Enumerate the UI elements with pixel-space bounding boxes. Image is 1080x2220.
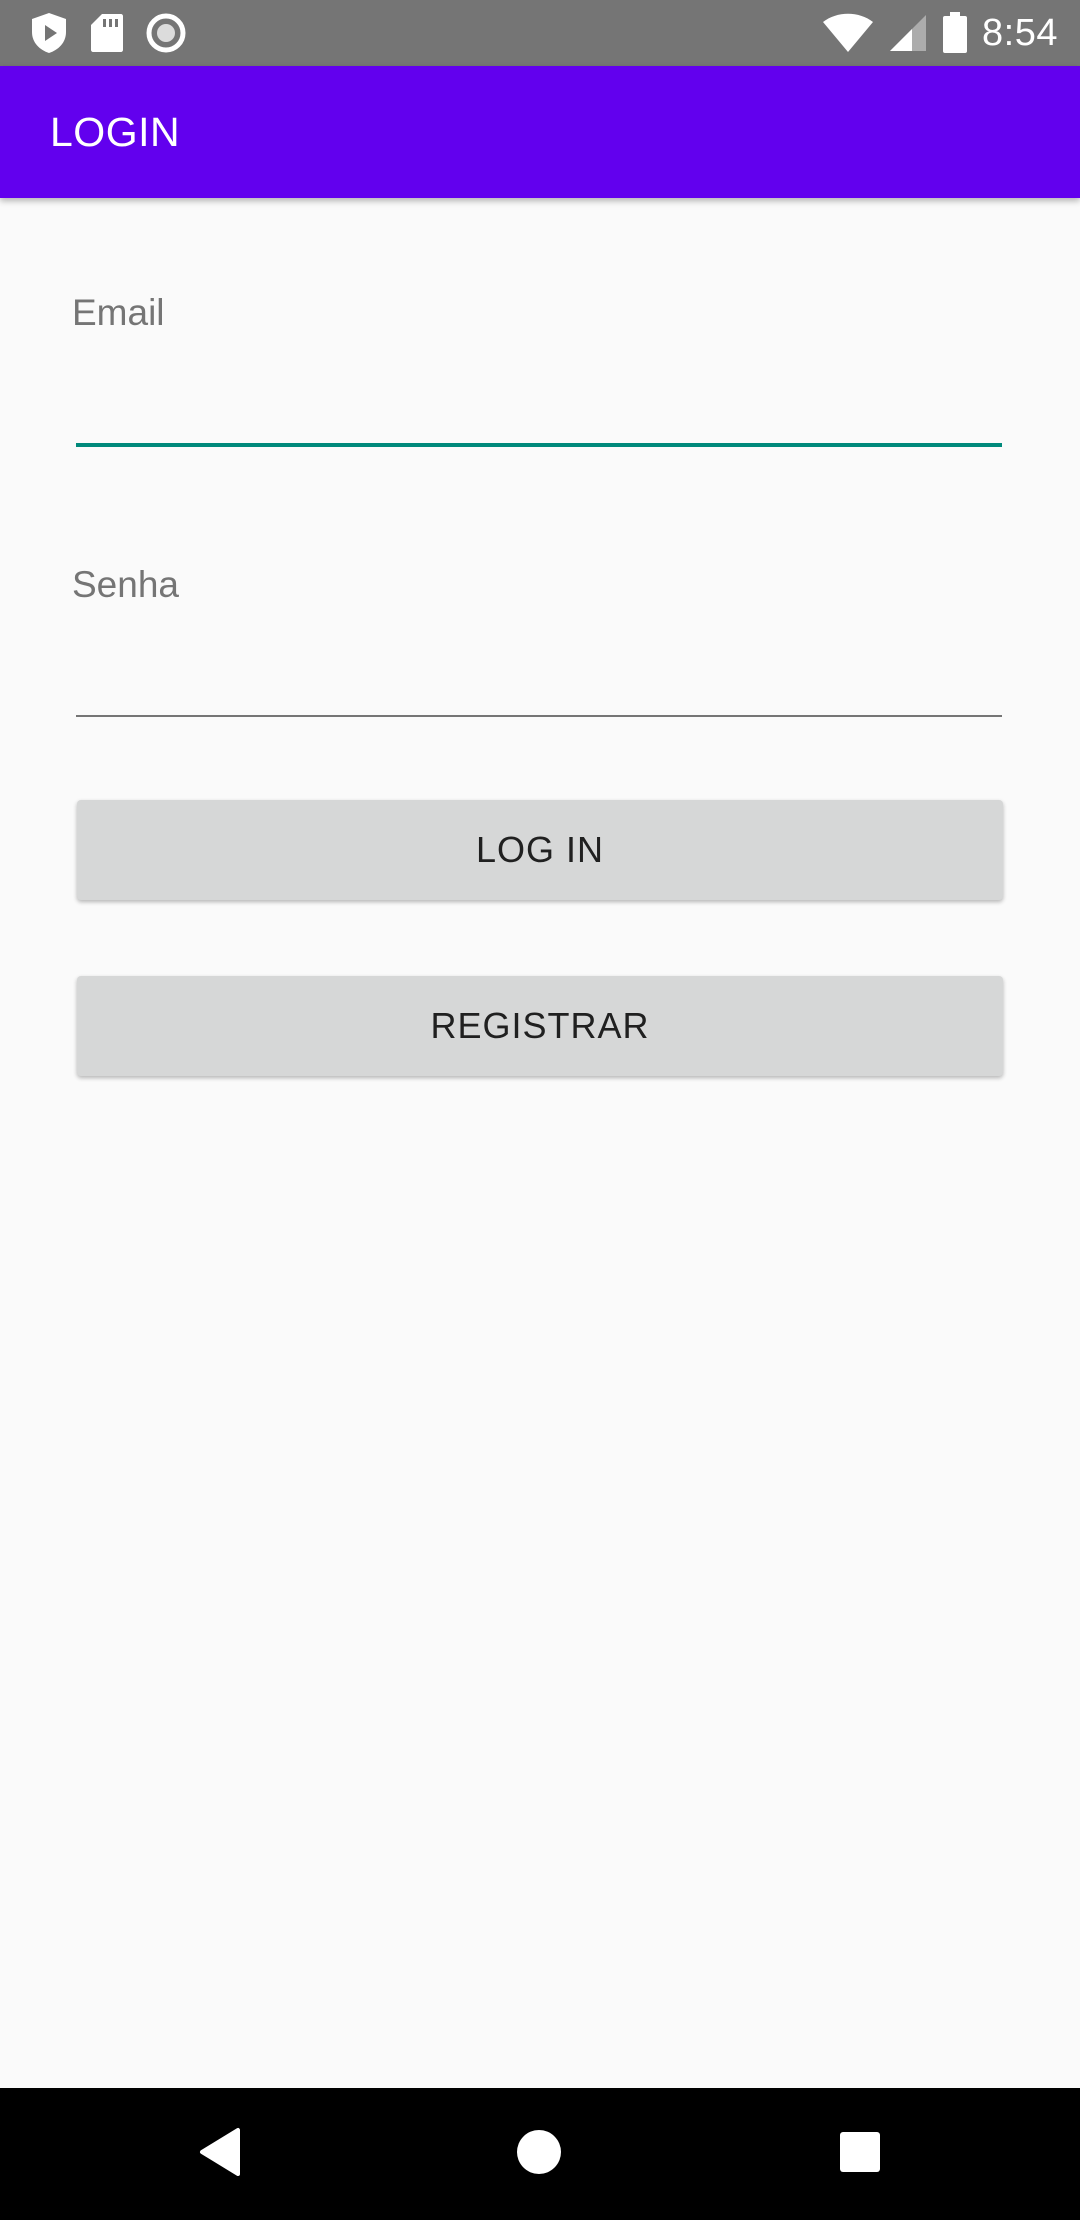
home-button[interactable] [473, 2088, 605, 2220]
login-button[interactable]: LOG IN [77, 800, 1003, 900]
register-button[interactable]: REGISTRAR [77, 976, 1003, 1076]
back-icon [198, 2127, 242, 2182]
email-field[interactable]: Email [72, 280, 1004, 450]
email-input[interactable] [76, 352, 1002, 422]
password-label: Senha [72, 564, 179, 605]
circle-record-icon [146, 13, 186, 53]
sd-card-icon [90, 13, 124, 53]
status-bar-right-icons: 8:54 [822, 8, 1058, 58]
password-input[interactable] [76, 624, 1002, 694]
shield-play-icon [30, 12, 68, 54]
status-bar: 8:54 [0, 0, 1080, 66]
back-button[interactable] [154, 2088, 286, 2220]
recents-button[interactable] [794, 2088, 926, 2220]
home-icon [516, 2129, 562, 2180]
password-underline [76, 715, 1002, 717]
email-label: Email [72, 292, 165, 333]
battery-icon [942, 12, 968, 54]
recents-icon [839, 2131, 881, 2178]
password-field[interactable]: Senha [72, 552, 1004, 722]
status-bar-left-icons [30, 10, 186, 56]
email-underline [76, 443, 1002, 447]
app-bar: LOGIN [0, 66, 1080, 198]
navigation-bar [0, 2088, 1080, 2220]
clock: 8:54 [982, 11, 1058, 54]
wifi-icon [822, 13, 874, 53]
signal-icon [888, 13, 928, 53]
page-title: LOGIN [50, 109, 181, 155]
